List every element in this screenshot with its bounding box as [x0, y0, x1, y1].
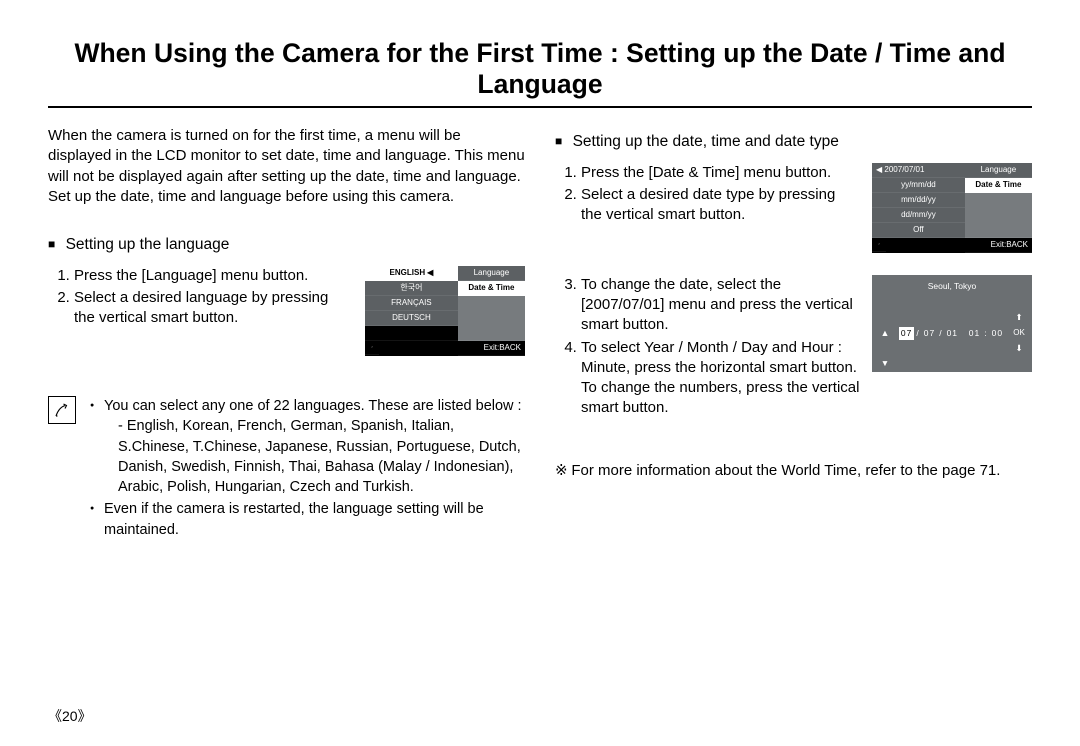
menu-datetime: Date & Time	[965, 178, 1032, 193]
exit-label: Exit:BACK	[458, 341, 525, 356]
note-icon	[48, 396, 76, 424]
lcd-date-set-screen: Seoul, Tokyo ▲ 07 / 07 / 01 01 : 00 ⬆ OK…	[872, 275, 1032, 372]
lang-opt-english: ENGLISH◀	[365, 266, 458, 281]
footnote: ※ For more information about the World T…	[555, 461, 1032, 481]
reference-mark-icon: ※	[555, 463, 571, 479]
intro-text: When the camera is turned on for the fir…	[48, 126, 525, 207]
date-segments: 07 / 07 / 01 01 : 00	[896, 327, 1008, 340]
note-bullet-2: Even if the camera is restarted, the lan…	[90, 499, 525, 540]
timezone-label: Seoul, Tokyo	[872, 275, 1032, 310]
lang-step-1: Press the [Language] menu button.	[74, 266, 353, 286]
dt-step-4: To select Year / Month / Day and Hour : …	[581, 338, 860, 419]
menu-blank	[458, 296, 525, 341]
right-column: ■ Setting up the date, time and date typ…	[555, 126, 1032, 542]
square-bullet-icon: ■	[555, 134, 562, 148]
menu-datetime: Date & Time	[458, 281, 525, 296]
left-arrow-icon: ◀	[876, 166, 882, 174]
down-arrow-icon: ▼	[874, 358, 896, 369]
dt-step-3: To change the date, select the [2007/07/…	[581, 275, 860, 336]
wrench-icon	[872, 238, 886, 252]
subhead-language: ■ Setting up the language	[48, 235, 525, 256]
page-number: 《20》	[48, 706, 92, 726]
dt-opt-off: Off	[872, 223, 965, 238]
datetime-instructions-1: Press the [Date & Time] menu button. Sel…	[555, 163, 1032, 253]
scroll-up-icon: ⬆	[1015, 312, 1022, 323]
language-list: - English, Korean, French, German, Spani…	[104, 416, 525, 497]
left-arrow-icon: ◀	[427, 269, 433, 277]
dt-opt-ddmmyy: dd/mm/yy	[872, 208, 965, 223]
dt-opt-date: ◀ 2007/07/01	[872, 163, 965, 178]
page-title: When Using the Camera for the First Time…	[48, 38, 1032, 108]
exit-label: Exit:BACK	[965, 238, 1032, 253]
menu-blank	[965, 193, 1032, 238]
up-arrow-icon: ▲	[874, 327, 896, 339]
lang-opt-fr: FRANÇAIS	[365, 296, 458, 311]
dt-step-2: Select a desired date type by pressing t…	[581, 185, 860, 226]
menu-language: Language	[965, 163, 1032, 178]
subhead-language-text: Setting up the language	[66, 236, 230, 253]
note-block: You can select any one of 22 languages. …	[48, 396, 525, 542]
menu-language: Language	[458, 266, 525, 281]
language-instructions: Press the [Language] menu button. Select…	[48, 266, 525, 356]
lang-opt-de: DEUTSCH	[365, 311, 458, 326]
dt-opt-yymmdd: yy/mm/dd	[872, 178, 965, 193]
subhead-datetime: ■ Setting up the date, time and date typ…	[555, 132, 1032, 153]
dt-step-1: Press the [Date & Time] menu button.	[581, 163, 860, 183]
datetime-instructions-2: To change the date, select the [2007/07/…	[555, 275, 1032, 421]
content-columns: When the camera is turned on for the fir…	[48, 126, 1032, 542]
square-bullet-icon: ■	[48, 237, 55, 251]
note-bullet-1: You can select any one of 22 languages. …	[90, 396, 525, 497]
scroll-down-icon: ⬇	[1015, 343, 1022, 354]
left-column: When the camera is turned on for the fir…	[48, 126, 525, 542]
lang-opt-blank	[365, 326, 458, 341]
lcd-language-screen: ENGLISH◀ 한국어 FRANÇAIS DEUTSCH Language D…	[365, 266, 525, 356]
lcd-datetype-screen: ◀ 2007/07/01 yy/mm/dd mm/dd/yy dd/mm/yy …	[872, 163, 1032, 253]
lang-step-2: Select a desired language by pressing th…	[74, 288, 353, 329]
lang-opt-korean: 한국어	[365, 281, 458, 296]
ok-button: OK	[1008, 328, 1030, 339]
wrench-icon	[365, 341, 379, 355]
subhead-datetime-text: Setting up the date, time and date type	[573, 133, 839, 150]
dt-opt-mmddyy: mm/dd/yy	[872, 193, 965, 208]
